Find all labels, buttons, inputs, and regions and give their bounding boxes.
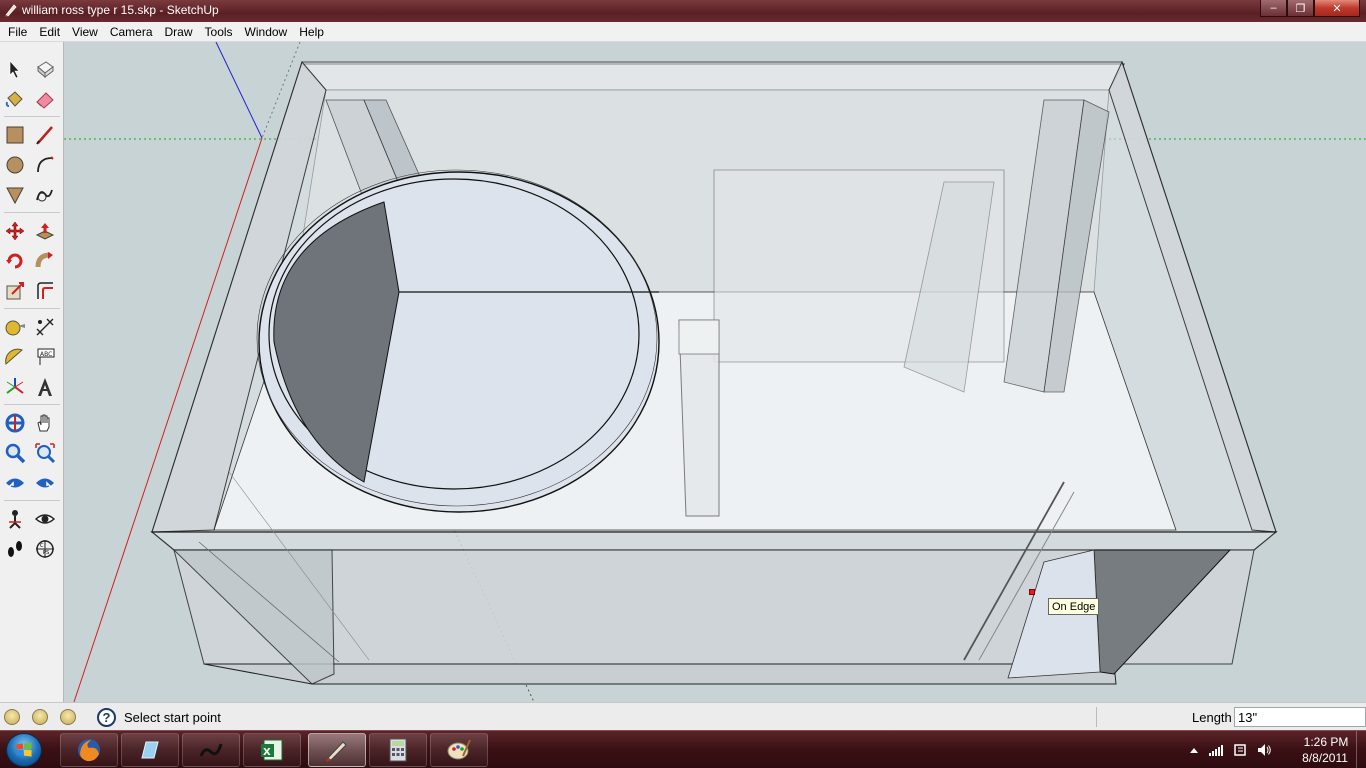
show-hidden-icons-icon[interactable] (1186, 742, 1202, 758)
zoom-extents-tool-icon[interactable] (32, 440, 58, 466)
3d-text-tool-icon[interactable] (32, 374, 58, 400)
calculator-icon (389, 738, 407, 762)
network-icon[interactable] (1208, 742, 1224, 758)
next-view-tool-icon[interactable] (32, 470, 58, 496)
make-component-tool-icon[interactable] (32, 56, 58, 82)
section-plane-tool-icon[interactable]: C PS (32, 536, 58, 562)
look-around-tool-icon[interactable] (32, 506, 58, 532)
menu-edit[interactable]: Edit (33, 22, 66, 42)
menu-camera[interactable]: Camera (104, 22, 159, 42)
arc-tool-icon[interactable] (32, 152, 58, 178)
show-desktop-button[interactable] (1356, 731, 1366, 768)
close-button[interactable]: ✕ (1314, 0, 1360, 17)
start-button[interactable] (6, 733, 42, 767)
ink-app-icon (199, 743, 223, 757)
select-tool-icon[interactable] (2, 56, 28, 82)
clock-date[interactable]: 8/8/2011 (1290, 751, 1360, 765)
taskbar-glass-app[interactable] (121, 733, 179, 767)
taskbar-paint[interactable] (430, 733, 488, 767)
status-prompt: Select start point (124, 710, 221, 725)
window-title: william ross type r 15.skp - SketchUp (22, 3, 219, 17)
taskbar-firefox[interactable] (60, 733, 118, 767)
action-center-flag-icon[interactable] (1232, 742, 1248, 758)
move-tool-icon[interactable] (2, 218, 28, 244)
sketchup-app-icon (5, 4, 17, 17)
pan-tool-icon[interactable] (32, 410, 58, 436)
maximize-button[interactable]: ❐ (1287, 0, 1314, 17)
title-bar: william ross type r 15.skp - SketchUp – … (0, 0, 1366, 22)
circle-tool-icon[interactable] (2, 152, 28, 178)
minimize-button[interactable]: – (1260, 0, 1287, 17)
user-account-icon[interactable] (60, 709, 76, 725)
blue-axis-line (215, 42, 263, 139)
credits-icon[interactable] (32, 709, 48, 725)
tape-measure-tool-icon[interactable] (2, 314, 28, 340)
zoom-tool-icon[interactable] (2, 440, 28, 466)
status-bar: ? Select start point Length (0, 702, 1366, 730)
paint-bucket-tool-icon[interactable] (2, 86, 28, 112)
previous-view-tool-icon[interactable] (2, 470, 28, 496)
menu-help[interactable]: Help (293, 22, 330, 42)
paint-icon (447, 739, 471, 760)
measurements-label: Length (1192, 710, 1232, 725)
menu-tools[interactable]: Tools (199, 22, 239, 42)
glass-app-icon (141, 741, 159, 759)
polygon-tool-icon[interactable] (2, 182, 28, 208)
freehand-tool-icon[interactable] (32, 182, 58, 208)
menu-window[interactable]: Window (239, 22, 294, 42)
push-pull-tool-icon[interactable] (32, 218, 58, 244)
windows-logo-icon (16, 742, 32, 757)
measurements-input[interactable] (1234, 707, 1366, 727)
text-tool-icon[interactable]: ABC (32, 344, 58, 370)
svg-text:PS: PS (43, 550, 49, 556)
excel-icon: X (261, 739, 283, 761)
modeling-viewport[interactable]: On Edge (64, 42, 1366, 702)
taskbar-ink-app[interactable] (182, 733, 240, 767)
taskbar-calculator[interactable] (369, 733, 427, 767)
menu-view[interactable]: View (66, 22, 104, 42)
svg-text:X: X (263, 747, 271, 758)
volume-icon[interactable] (1256, 742, 1272, 758)
geo-location-icon[interactable] (4, 709, 20, 725)
position-camera-tool-icon[interactable] (2, 506, 28, 532)
menu-file[interactable]: File (2, 22, 33, 42)
menu-draw[interactable]: Draw (159, 22, 199, 42)
large-tool-set-toolbar: ABC C PS (0, 42, 64, 702)
speaker-box-model (64, 42, 1366, 702)
sketchup-icon (326, 741, 347, 762)
scale-tool-icon[interactable] (2, 278, 28, 304)
menu-bar: File Edit View Camera Draw Tools Window … (0, 22, 1366, 42)
follow-me-tool-icon[interactable] (32, 248, 58, 274)
taskbar-excel[interactable]: X (243, 733, 301, 767)
svg-text:ABC: ABC (40, 351, 52, 358)
clock-time[interactable]: 1:26 PM (1296, 735, 1356, 749)
windows-taskbar: X 1:26 PM 8/8/2011 (0, 730, 1366, 768)
walk-tool-icon[interactable] (2, 536, 28, 562)
on-edge-tooltip: On Edge (1048, 598, 1100, 615)
dimension-tool-icon[interactable] (32, 314, 58, 340)
instructor-help-icon[interactable]: ? (97, 708, 116, 727)
line-tool-icon[interactable] (32, 122, 58, 148)
offset-tool-icon[interactable] (32, 278, 58, 304)
inference-point-marker (1029, 589, 1035, 595)
firefox-icon (78, 739, 100, 762)
taskbar-sketchup[interactable] (308, 733, 366, 767)
axes-tool-icon[interactable] (2, 374, 28, 400)
svg-text:C: C (40, 543, 44, 549)
rotate-tool-icon[interactable] (2, 248, 28, 274)
orbit-tool-icon[interactable] (2, 410, 28, 436)
protractor-tool-icon[interactable] (2, 344, 28, 370)
eraser-tool-icon[interactable] (32, 86, 58, 112)
rectangle-tool-icon[interactable] (2, 122, 28, 148)
